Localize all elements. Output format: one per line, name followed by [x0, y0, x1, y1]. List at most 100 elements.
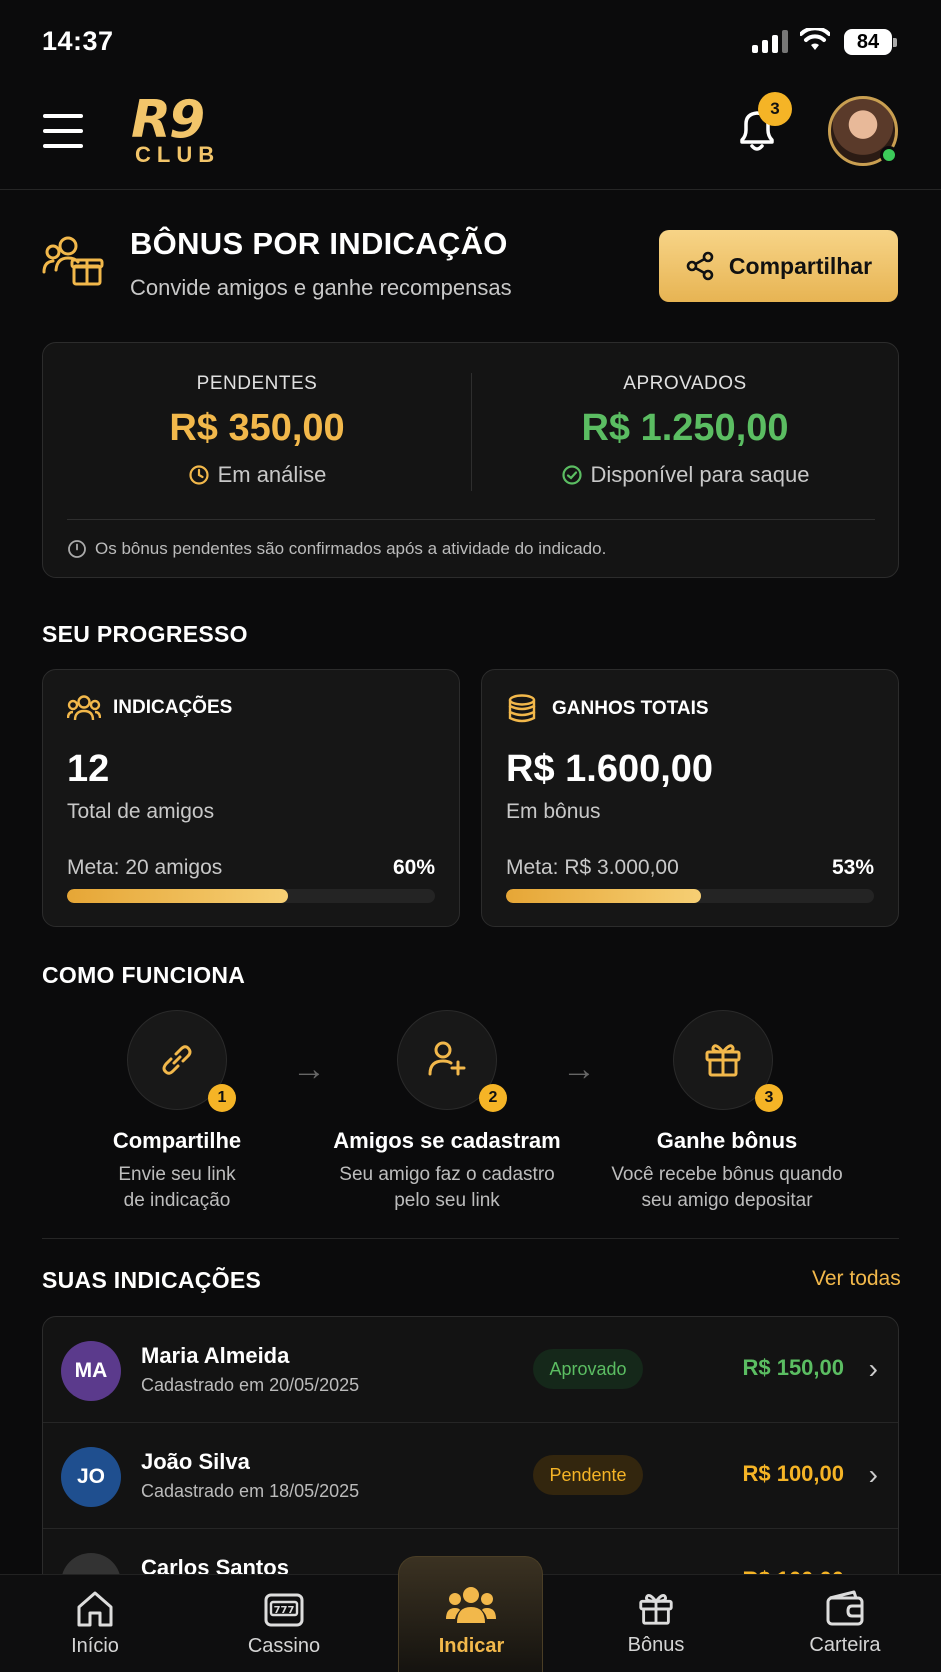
referrals-goal: Meta: 20 amigos [67, 856, 223, 879]
status-badge: Pendente [533, 1455, 643, 1495]
pending-value: R$ 350,00 [169, 407, 345, 449]
divider [67, 519, 875, 520]
user-plus-icon [428, 1041, 466, 1076]
step-title: Amigos se cadastram [333, 1128, 561, 1153]
gift-icon [639, 1593, 673, 1625]
nav-item-indicar[interactable]: Indicar [398, 1556, 543, 1672]
user-avatar[interactable] [828, 96, 898, 166]
chevron-right-icon[interactable]: › [869, 1353, 878, 1385]
wallet-icon [826, 1590, 864, 1626]
app-header: R9 CLUB 3 [0, 84, 941, 190]
earnings-progress-bar [506, 889, 874, 903]
bonus-summary-card: PENDENTES R$ 350,00 Em análise APROVADOS… [42, 342, 899, 578]
page-title: BÔNUS POR INDICAÇÃO [130, 226, 508, 261]
nav-label: Cassino [247, 1635, 321, 1657]
step-desc: Você recebe bônus quando [611, 1164, 843, 1185]
referral-date: Cadastrado em 18/05/2025 [141, 1481, 360, 1501]
chevron-right-icon[interactable]: › [869, 1459, 878, 1491]
referral-amount: R$ 100,00 [742, 1461, 844, 1486]
referrals-progress-bar [67, 889, 435, 903]
notification-badge: 3 [758, 92, 792, 126]
share-icon [686, 251, 714, 281]
step-number: 2 [479, 1084, 507, 1112]
coins-icon [508, 694, 536, 723]
gift-icon [705, 1044, 741, 1077]
pending-label: PENDENTES [196, 373, 318, 394]
link-icon [162, 1045, 192, 1075]
pending-summary: PENDENTES R$ 350,00 Em análise [43, 373, 471, 488]
nav-label: Indicar [438, 1635, 505, 1657]
step-desc: Envie seu link [118, 1164, 236, 1185]
share-button[interactable]: Compartilhar [659, 230, 898, 302]
pending-status: Em análise [217, 462, 327, 487]
wifi-icon [800, 28, 830, 50]
referrals-caption: Total de amigos [67, 800, 215, 823]
step-desc: pelo seu link [394, 1190, 500, 1211]
summary-note: Os bônus pendentes são confirmados após … [95, 539, 607, 558]
referral-date: Cadastrado em 20/05/2025 [141, 1375, 360, 1395]
page-subtitle: Convide amigos e ganhe recompensas [130, 275, 512, 300]
avatar [61, 1553, 121, 1575]
svg-text:777: 777 [274, 1605, 295, 1616]
step-title: Compartilhe [112, 1128, 242, 1153]
r9-club-logo[interactable]: R9 CLUB [131, 94, 223, 168]
step-number: 3 [755, 1084, 783, 1112]
avatar: JO [61, 1447, 121, 1507]
referrals-card-title: INDICAÇÕES [113, 697, 233, 718]
earnings-percent: 53% [831, 856, 874, 879]
referrals-progress-fill [67, 889, 288, 903]
list-item[interactable]: MA Maria Almeida Cadastrado em 20/05/202… [43, 1317, 898, 1423]
referrals-count: 12 [67, 748, 110, 790]
referral-gift-icon [42, 236, 104, 286]
approved-value: R$ 1.250,00 [581, 407, 789, 449]
arrow-right-icon: → [292, 1050, 326, 1088]
step-desc: seu amigo depositar [641, 1190, 813, 1211]
status-bar: 14:37 84 [0, 0, 941, 80]
avatar: MA [61, 1341, 121, 1401]
referral-amount: R$ 150,00 [742, 1355, 844, 1380]
approved-summary: APROVADOS R$ 1.250,00 Disponível para sa… [471, 373, 899, 488]
nav-label: Início [71, 1635, 119, 1657]
step-number: 1 [208, 1084, 236, 1112]
approved-status: Disponível para saque [590, 462, 810, 487]
earnings-goal: Meta: R$ 3.000,00 [506, 856, 679, 879]
nav-item-inicio[interactable]: Início [20, 1575, 170, 1672]
status-time: 14:37 [42, 26, 114, 56]
home-icon [77, 1591, 113, 1627]
step-desc: de indicação [123, 1190, 231, 1211]
earnings-card-title: GANHOS TOTAIS [552, 698, 709, 719]
list-item[interactable]: JO João Silva Cadastrado em 18/05/2025 P… [43, 1423, 898, 1529]
info-clock-icon [68, 540, 86, 558]
referral-name: João Silva [141, 1449, 250, 1474]
nav-item-bonus[interactable]: Bônus [581, 1574, 731, 1672]
slot-machine-icon: 777 [264, 1593, 304, 1627]
nav-item-cassino[interactable]: 777 Cassino [209, 1575, 359, 1672]
menu-icon[interactable] [43, 114, 83, 148]
step-title: Ganhe bônus [656, 1128, 798, 1153]
earnings-progress-fill [506, 889, 702, 903]
referrals-percent: 60% [392, 856, 435, 879]
approved-label: APROVADOS [623, 373, 747, 394]
nav-label: Bônus [627, 1634, 685, 1656]
see-all-link[interactable]: Ver todas [812, 1267, 901, 1291]
share-button-label: Compartilhar [728, 252, 873, 279]
online-status-dot [880, 146, 898, 164]
referrals-list: MA Maria Almeida Cadastrado em 20/05/202… [42, 1316, 899, 1576]
battery-icon: 84 [844, 29, 897, 55]
progress-section-title: SEU PROGRESSO [42, 621, 248, 647]
earnings-total: R$ 1.600,00 [506, 748, 714, 790]
referrals-progress-card: INDICAÇÕES 12 Total de amigos Meta: 20 a… [42, 669, 460, 927]
cellular-signal-icon [752, 30, 788, 53]
users-icon [446, 1587, 496, 1623]
referral-name: Carlos Santos [141, 1555, 289, 1576]
users-icon [67, 695, 101, 721]
nav-label: Carteira [809, 1634, 881, 1656]
step-desc: Seu amigo faz o cadastro [339, 1164, 555, 1185]
how-it-works-title: COMO FUNCIONA [42, 962, 246, 988]
arrow-right-icon: → [562, 1050, 596, 1088]
divider [42, 1238, 899, 1239]
clock-icon [188, 465, 209, 485]
earnings-caption: Em bônus [506, 800, 601, 823]
check-circle-icon [561, 465, 582, 485]
nav-item-carteira[interactable]: Carteira [770, 1574, 920, 1672]
